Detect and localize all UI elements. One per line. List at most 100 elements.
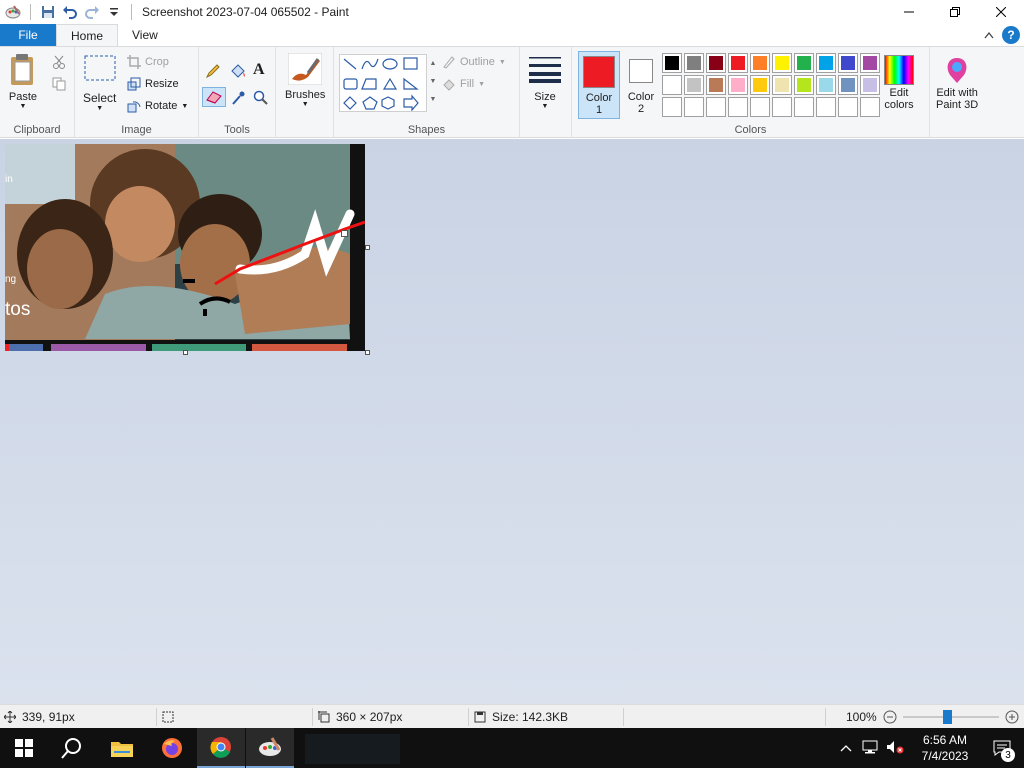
palette-swatch[interactable] xyxy=(750,53,770,73)
resize-handle-bottom[interactable] xyxy=(183,350,188,355)
paint3d-group: Edit with Paint 3D xyxy=(930,47,990,138)
palette-swatch[interactable] xyxy=(706,53,726,73)
palette-swatch[interactable] xyxy=(706,75,726,95)
chevron-down-icon: ▼ xyxy=(96,105,104,112)
pencil-icon[interactable] xyxy=(205,63,221,79)
cut-icon[interactable] xyxy=(52,55,66,69)
magnifier-icon[interactable] xyxy=(253,90,269,106)
palette-swatch-color xyxy=(731,78,745,92)
separator xyxy=(30,4,31,20)
size-button[interactable]: Size ▼ xyxy=(528,55,562,110)
tab-view[interactable]: View xyxy=(118,24,172,46)
palette-swatch[interactable] xyxy=(816,53,836,73)
palette-swatch[interactable] xyxy=(816,75,836,95)
rotate-button[interactable]: Rotate ▼ xyxy=(127,99,188,113)
select-button[interactable]: Select ▼ xyxy=(83,55,116,112)
zoom-out-icon[interactable] xyxy=(883,710,897,724)
palette-swatch[interactable] xyxy=(706,97,726,117)
customize-toolbar-icon[interactable] xyxy=(103,1,125,23)
palette-swatch[interactable] xyxy=(772,75,792,95)
palette-swatch[interactable] xyxy=(794,53,814,73)
palette-swatch[interactable] xyxy=(728,53,748,73)
palette-swatch-color xyxy=(841,56,855,70)
palette-swatch[interactable] xyxy=(772,97,792,117)
collapse-ribbon-icon[interactable] xyxy=(984,28,994,42)
paint-app-icon[interactable] xyxy=(2,1,24,23)
save-icon[interactable] xyxy=(37,1,59,23)
palette-swatch[interactable] xyxy=(684,53,704,73)
palette-swatch[interactable] xyxy=(860,75,880,95)
palette-swatch[interactable] xyxy=(794,75,814,95)
canvas-workspace[interactable]: tos in ng xyxy=(0,139,1024,704)
search-button[interactable] xyxy=(48,728,96,768)
palette-swatch[interactable] xyxy=(662,97,682,117)
undo-icon[interactable] xyxy=(59,1,81,23)
action-center-button[interactable]: 3 xyxy=(980,728,1024,768)
chrome-button[interactable] xyxy=(197,728,245,768)
fill-button[interactable]: Fill ▼ xyxy=(442,77,485,91)
disk-icon xyxy=(474,711,486,723)
file-explorer-button[interactable] xyxy=(98,728,146,768)
redo-icon[interactable] xyxy=(81,1,103,23)
notification-count: 3 xyxy=(1001,748,1015,762)
zoom-slider-thumb[interactable] xyxy=(942,710,952,724)
move-cursor-icon xyxy=(4,711,16,723)
copy-icon[interactable] xyxy=(52,77,66,91)
show-hidden-icons-icon[interactable] xyxy=(840,741,852,755)
color-picker-icon[interactable] xyxy=(231,90,245,106)
palette-swatch[interactable] xyxy=(838,97,858,117)
palette-swatch[interactable] xyxy=(662,53,682,73)
zoom-slider[interactable] xyxy=(902,710,999,724)
help-icon[interactable]: ? xyxy=(1002,26,1020,44)
color1-button[interactable]: Color 1 xyxy=(578,51,620,119)
start-button[interactable] xyxy=(0,728,48,768)
brushes-button[interactable]: Brushes ▼ xyxy=(285,53,325,108)
drawing-canvas[interactable]: tos in ng xyxy=(5,144,365,351)
palette-swatch[interactable] xyxy=(728,75,748,95)
palette-swatch[interactable] xyxy=(662,75,682,95)
shapes-scroll[interactable]: ▲ ▼ ▼ xyxy=(428,55,438,111)
resize-handle-corner[interactable] xyxy=(365,350,370,355)
minimize-icon[interactable] xyxy=(886,0,932,24)
palette-swatch[interactable] xyxy=(728,97,748,117)
palette-swatch[interactable] xyxy=(860,53,880,73)
palette-swatch[interactable] xyxy=(794,97,814,117)
palette-swatch-color xyxy=(665,78,679,92)
fill-bucket-icon[interactable] xyxy=(229,63,247,79)
paint-taskbar-button[interactable] xyxy=(246,728,294,768)
network-icon[interactable] xyxy=(862,740,878,757)
palette-swatch[interactable] xyxy=(750,75,770,95)
outline-button[interactable]: Outline ▼ xyxy=(442,55,506,69)
resize-handle-right[interactable] xyxy=(365,245,370,250)
crop-button[interactable]: Crop xyxy=(127,55,169,69)
file-size: Size: 142.3KB xyxy=(474,705,568,729)
restore-icon[interactable] xyxy=(932,0,978,24)
crop-icon xyxy=(127,55,141,69)
eraser-icon[interactable] xyxy=(202,87,226,107)
palette-swatch[interactable] xyxy=(750,97,770,117)
edit-colors-button[interactable]: Edit colors xyxy=(884,55,914,111)
paste-button[interactable]: Paste ▼ xyxy=(8,53,38,110)
palette-swatch[interactable] xyxy=(838,75,858,95)
color2-button[interactable]: Color 2 xyxy=(622,51,660,119)
volume-muted-icon[interactable] xyxy=(886,740,904,757)
palette-swatch[interactable] xyxy=(684,97,704,117)
clock[interactable]: 6:56 AM 7/4/2023 xyxy=(910,732,980,764)
palette-swatch[interactable] xyxy=(838,53,858,73)
eraser-cursor xyxy=(341,230,348,237)
close-icon[interactable] xyxy=(978,0,1024,24)
resize-button[interactable]: Resize xyxy=(127,77,179,91)
firefox-button[interactable] xyxy=(148,728,196,768)
brush-icon xyxy=(288,53,323,85)
palette-swatch[interactable] xyxy=(816,97,836,117)
tab-home[interactable]: Home xyxy=(56,24,119,46)
edit-with-paint3d-button[interactable]: Edit with Paint 3D xyxy=(936,55,978,111)
palette-swatch[interactable] xyxy=(772,53,792,73)
image-dimensions: 360 × 207px xyxy=(318,705,402,729)
palette-swatch[interactable] xyxy=(684,75,704,95)
palette-swatch[interactable] xyxy=(860,97,880,117)
palette-swatch-color xyxy=(819,78,833,92)
zoom-in-icon[interactable] xyxy=(1005,710,1019,724)
tab-file[interactable]: File xyxy=(0,24,56,46)
text-tool-icon[interactable]: A xyxy=(253,61,265,79)
